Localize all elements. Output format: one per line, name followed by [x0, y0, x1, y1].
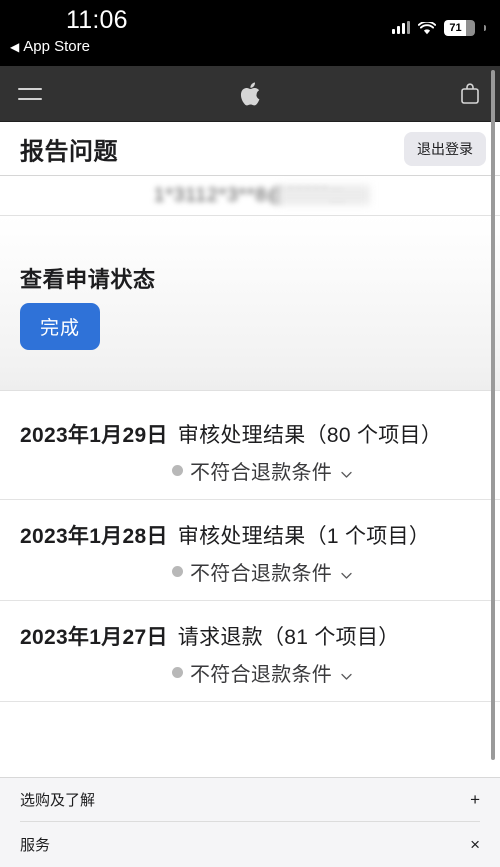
apple-global-nav — [0, 66, 500, 122]
table-row[interactable]: 2023年1月27日 请求退款（81 个项目） 不符合退款条件 — [0, 601, 500, 702]
request-title: 审核处理结果（80 个项目） — [177, 424, 443, 447]
request-summary: 2023年1月28日 审核处理结果（1 个项目） — [20, 520, 478, 550]
chevron-down-icon[interactable] — [340, 464, 353, 478]
request-date: 2023年1月29日 — [20, 424, 168, 447]
status-bar-indicators: 71 — [392, 20, 486, 36]
request-status-label: 不符合退款条件 — [190, 664, 333, 686]
page-header: 报告问题 退出登录 — [0, 122, 500, 176]
request-title: 审核处理结果（1 个项目） — [177, 525, 431, 548]
hamburger-menu-icon[interactable] — [18, 87, 42, 100]
request-date: 2023年1月27日 — [20, 626, 168, 649]
request-status-row[interactable]: 不符合退款条件 — [20, 456, 478, 485]
footer-section-label: 选购及了解 — [20, 792, 96, 809]
request-status-row[interactable]: 不符合退款条件 — [20, 557, 478, 586]
status-bar-clock: 11:06 — [66, 6, 128, 34]
request-status-row[interactable]: 不符合退款条件 — [20, 658, 478, 687]
battery-tip-icon — [484, 25, 486, 31]
status-bar: 11:06 ◀ App Store 71 — [0, 0, 500, 66]
chevron-down-icon[interactable] — [340, 666, 353, 680]
battery-icon: 71 — [444, 20, 475, 36]
application-status-panel: 查看申请状态 完成 — [0, 216, 500, 391]
footer-section-label: 服务 — [20, 836, 51, 854]
account-email-row: 1*3112*3**8@*****m — [0, 176, 500, 216]
request-date: 2023年1月28日 — [20, 525, 168, 548]
email-redaction-mask — [278, 185, 370, 205]
request-status-label: 不符合退款条件 — [190, 563, 333, 585]
request-status-label: 不符合退款条件 — [190, 462, 333, 484]
request-summary: 2023年1月29日 审核处理结果（80 个项目） — [20, 419, 478, 449]
plus-icon[interactable]: + — [470, 791, 480, 808]
chevron-down-icon[interactable] — [340, 565, 353, 579]
vertical-scrollbar[interactable] — [491, 70, 495, 760]
request-summary: 2023年1月27日 请求退款（81 个项目） — [20, 621, 478, 651]
status-dot-icon — [172, 465, 183, 476]
done-button[interactable]: 完成 — [20, 303, 101, 350]
request-list: 2023年1月29日 审核处理结果（80 个项目） 不符合退款条件 2023年1… — [0, 391, 500, 702]
table-row[interactable]: 2023年1月29日 审核处理结果（80 个项目） 不符合退款条件 — [0, 399, 500, 500]
footer-section-shop-and-learn[interactable]: 选购及了解 + — [20, 778, 480, 822]
close-icon[interactable]: × — [470, 836, 480, 853]
status-panel-heading: 查看申请状态 — [20, 267, 156, 292]
request-title: 请求退款（81 个项目） — [177, 626, 400, 649]
back-label: App Store — [23, 38, 90, 55]
back-arrow-icon: ◀ — [10, 39, 20, 54]
sign-out-button[interactable]: 退出登录 — [404, 131, 486, 166]
cellular-signal-icon — [392, 21, 410, 34]
status-dot-icon — [172, 566, 183, 577]
battery-level-label: 71 — [449, 22, 462, 34]
status-dot-icon — [172, 667, 183, 678]
shopping-bag-icon[interactable] — [458, 81, 482, 107]
footer-accordion: 选购及了解 + 服务 × — [0, 777, 500, 867]
table-row[interactable]: 2023年1月28日 审核处理结果（1 个项目） 不符合退款条件 — [0, 500, 500, 601]
back-to-app-store-link[interactable]: ◀ App Store — [10, 38, 90, 55]
apple-logo-icon[interactable] — [239, 81, 261, 107]
wifi-icon — [418, 21, 436, 35]
page-title: 报告问题 — [20, 138, 118, 165]
footer-section-services[interactable]: 服务 × — [20, 822, 480, 866]
